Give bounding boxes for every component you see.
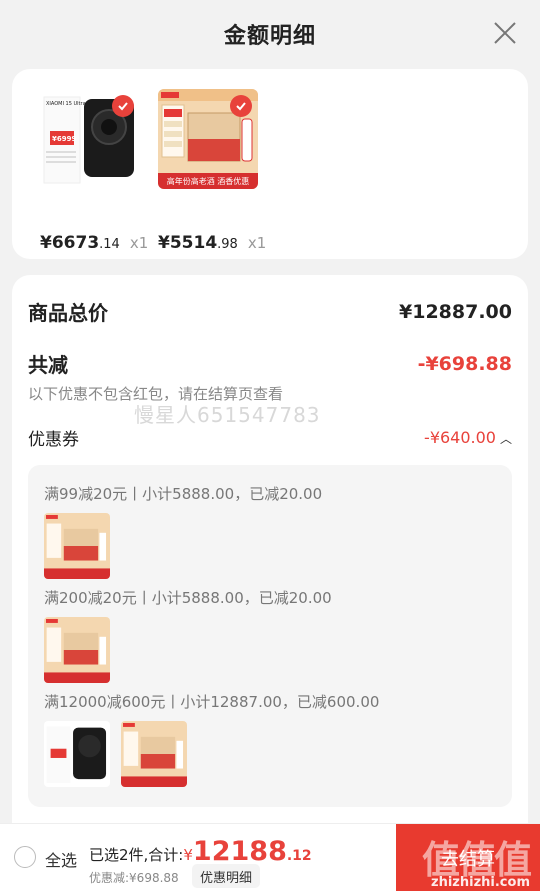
- discount-summary: 优惠减:¥698.88: [89, 871, 179, 885]
- product-phone[interactable]: XIAOMI 15 Ultra ¥6999 ¥6673.14 x1: [40, 89, 148, 253]
- coupon-item-text: 满99减20元丨小计5888.00，已减20.00: [44, 485, 323, 503]
- reduce-value: -¥698.88: [417, 352, 512, 375]
- site-domain: zhizhizhi.com: [431, 875, 530, 890]
- selected-check-icon: [112, 95, 134, 117]
- selected-count-label: 已选2件,合计:: [89, 846, 184, 864]
- header: 金额明细: [0, 0, 540, 68]
- selected-check-icon: [230, 95, 252, 117]
- amount-detail-card: 商品总价 ¥12887.00 共减 -¥698.88 以下优惠不包含红包，请在结…: [12, 275, 528, 835]
- select-all-radio[interactable]: [14, 846, 36, 868]
- phone-thumbnail: XIAOMI 15 Ultra ¥6999: [40, 89, 140, 189]
- chevron-up-icon[interactable]: ︿: [500, 432, 512, 446]
- coupon-item-text: 满12000减600元丨小计12887.00，已减600.00: [44, 693, 380, 711]
- coupon-value-group[interactable]: -¥640.00 ︿: [424, 428, 512, 447]
- coupon-item-text: 满200减20元丨小计5888.00，已减20.00: [44, 589, 332, 607]
- liquor-banner-text: 高年份高老酒 酒香优惠: [167, 176, 250, 186]
- discount-detail-button[interactable]: 优惠明细: [192, 864, 261, 888]
- phone-brand-text: XIAOMI 15 Ultra: [46, 101, 86, 107]
- liquor-thumbnail: [44, 513, 110, 579]
- checkout-bar: 全选 已选2件,合计:¥12188.12 优惠减:¥698.88 优惠明细 去结…: [0, 823, 540, 891]
- total-row: 商品总价 ¥12887.00: [28, 297, 512, 326]
- product-card: XIAOMI 15 Ultra ¥6999 ¥6673.14 x1 高年份高老酒…: [12, 69, 528, 259]
- svg-text:¥6999: ¥6999: [52, 135, 76, 143]
- total-integer: 12188: [192, 836, 287, 867]
- coupon-row[interactable]: 优惠券 -¥640.00 ︿: [28, 425, 512, 450]
- select-all-label[interactable]: 全选: [45, 847, 77, 871]
- liquor-thumbnail: [121, 721, 187, 787]
- phone-thumbnail: [44, 721, 110, 787]
- sum-line: 已选2件,合计:¥12188.12: [89, 836, 312, 867]
- liquor-thumbnail: [44, 617, 110, 683]
- reduce-row: 共减 -¥698.88: [28, 349, 512, 378]
- coupon-value: -¥640.00: [424, 428, 496, 447]
- product-liquor[interactable]: 高年份高老酒 酒香优惠 ¥5514.98 x1: [158, 89, 266, 253]
- close-icon[interactable]: [492, 20, 518, 46]
- watermark-text: 慢星人651547783: [134, 403, 321, 427]
- reduce-label: 共减: [28, 353, 68, 377]
- total-label: 商品总价: [28, 301, 108, 325]
- checkout-button[interactable]: 去结算 值值值 zhizhizhi.com: [396, 824, 540, 891]
- page-title: 金额明细: [223, 24, 316, 49]
- coupon-label: 优惠券: [28, 430, 79, 450]
- total-value: ¥12887.00: [399, 300, 512, 323]
- coupon-list: 满99减20元丨小计5888.00，已减20.00 满200减20元丨小计588…: [28, 465, 512, 807]
- liquor-price: ¥5514.98 x1: [158, 233, 267, 253]
- liquor-thumbnail: 高年份高老酒 酒香优惠: [158, 89, 258, 189]
- phone-price: ¥6673.14 x1: [40, 233, 149, 253]
- currency-symbol: ¥: [183, 846, 193, 864]
- total-decimal: .12: [286, 848, 312, 864]
